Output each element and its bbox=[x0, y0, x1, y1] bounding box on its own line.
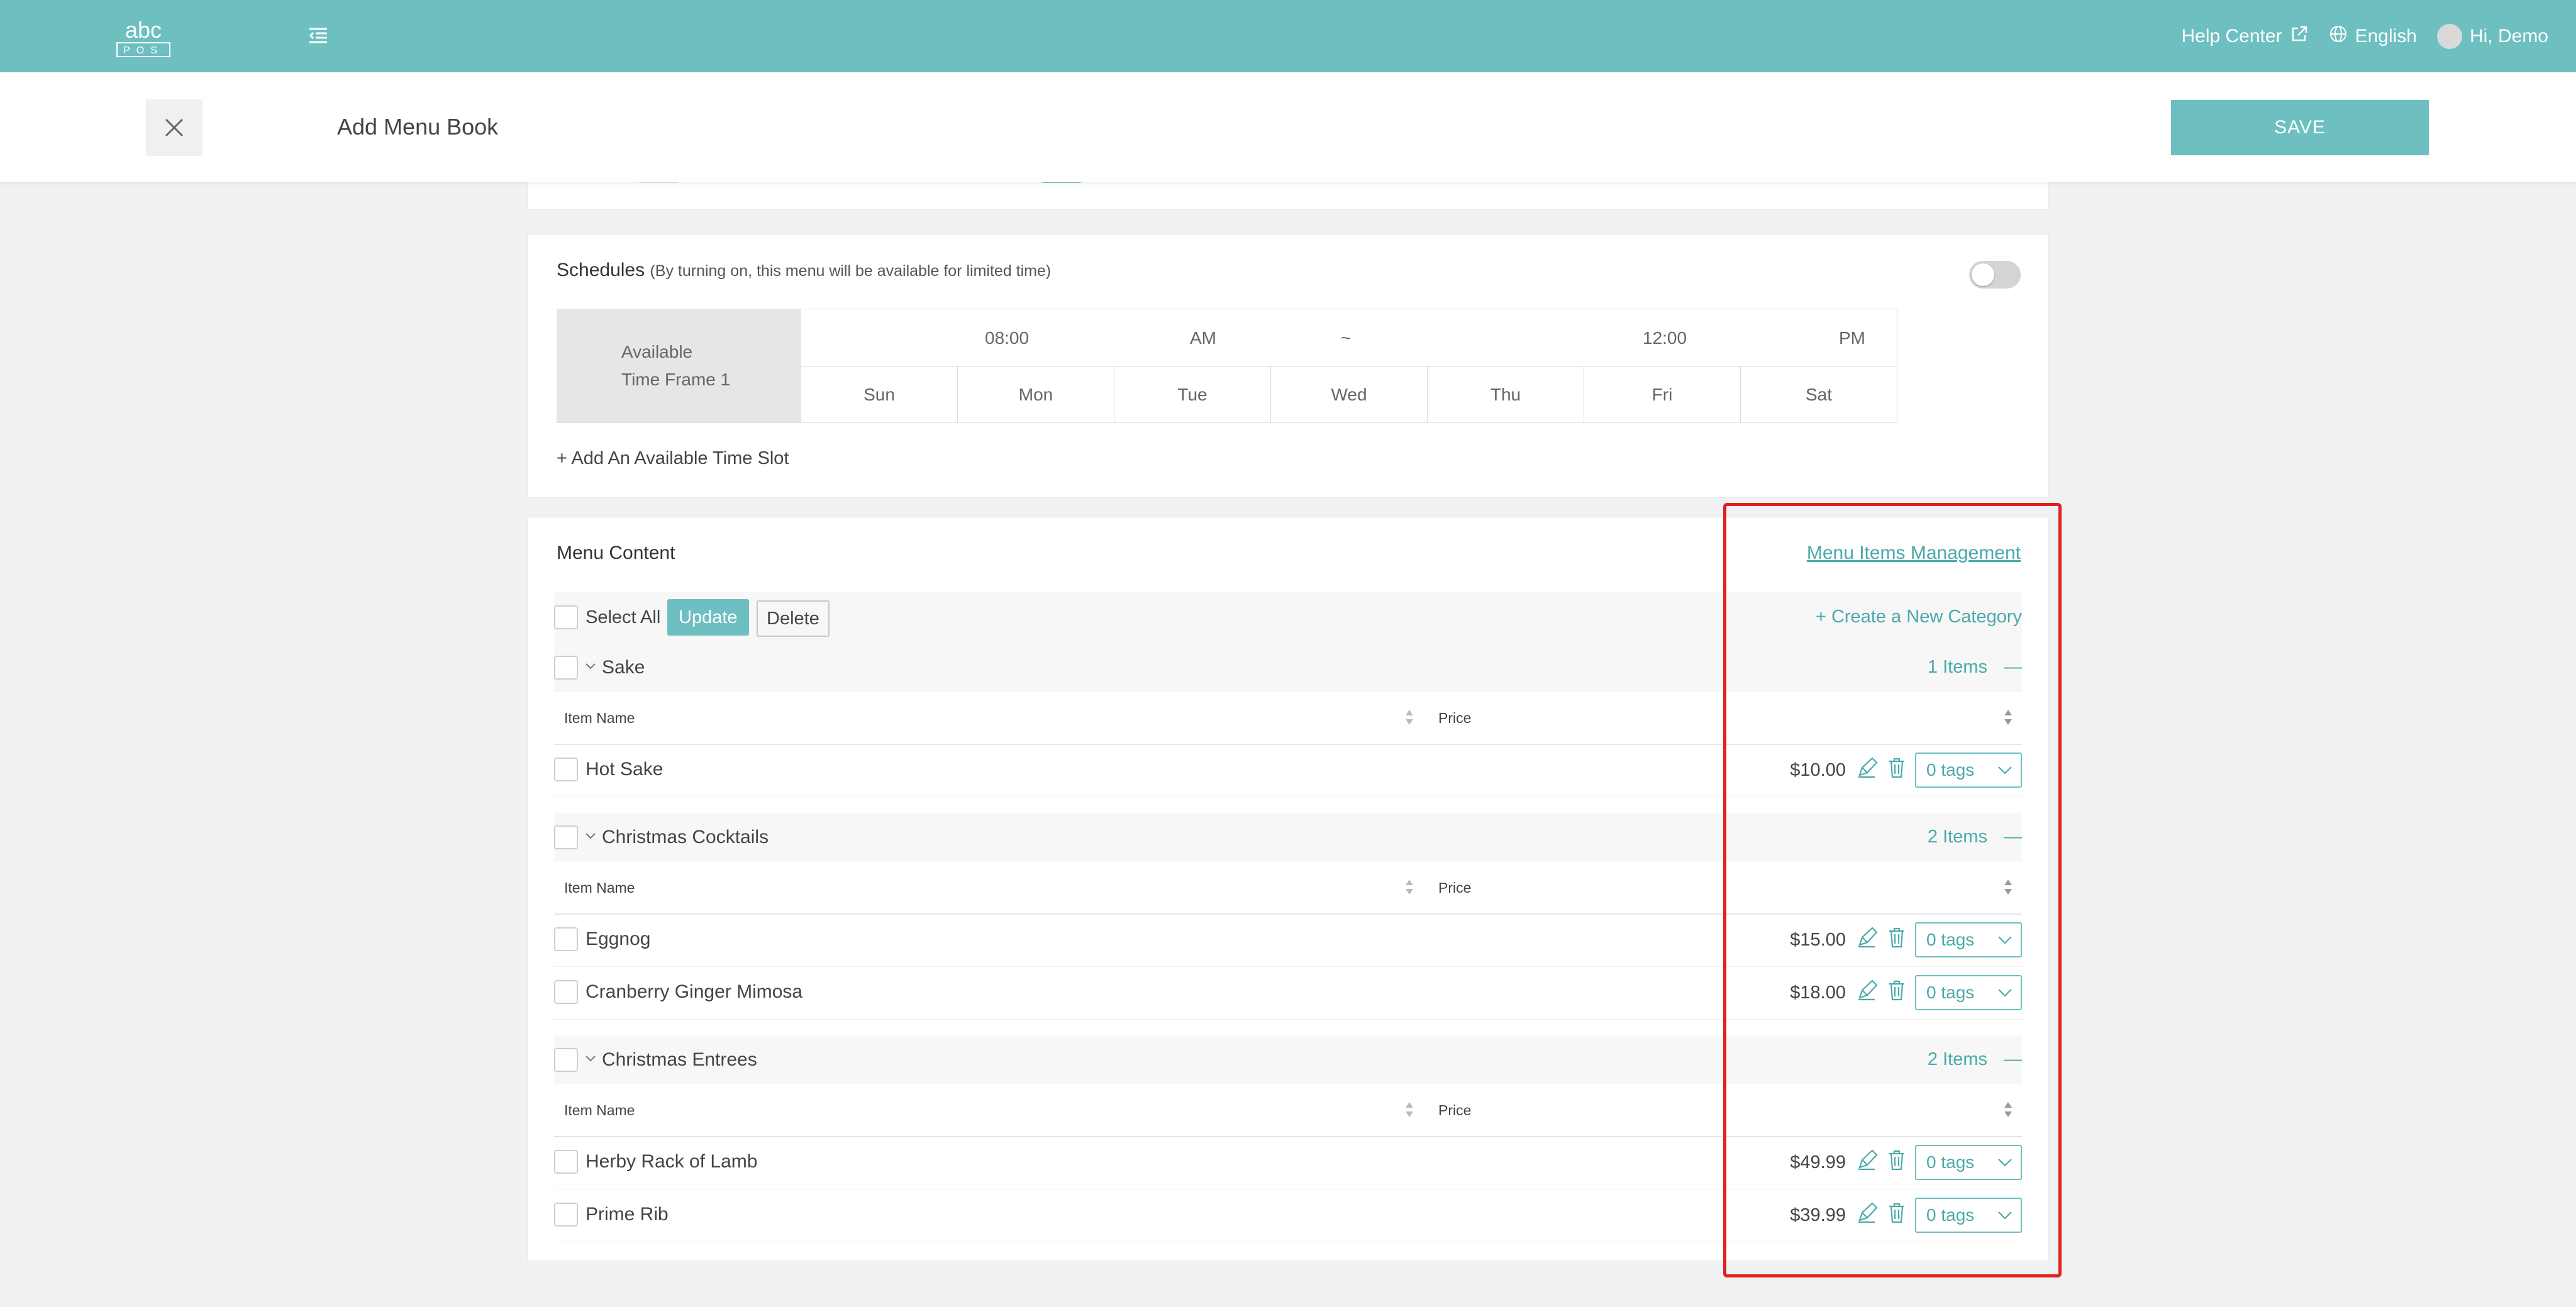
time-frame-label-line1: Available bbox=[621, 342, 693, 361]
update-button[interactable]: Update bbox=[667, 599, 749, 636]
item-checkbox[interactable] bbox=[554, 1203, 578, 1227]
globe-icon bbox=[2329, 25, 2348, 48]
schedules-title: Schedules (By turning on, this menu will… bbox=[557, 260, 1051, 281]
item-name: Prime Rib bbox=[586, 1204, 669, 1225]
menu-content-title: Menu Content bbox=[557, 543, 675, 563]
highlight-annotation-box bbox=[1723, 503, 2062, 1277]
day-wed[interactable]: Wed bbox=[1270, 367, 1427, 422]
menu-toggle-icon[interactable] bbox=[307, 24, 330, 47]
schedules-hint: (By turning on, this menu will be availa… bbox=[650, 262, 1052, 280]
day-fri[interactable]: Fri bbox=[1584, 367, 1740, 422]
item-name: Hot Sake bbox=[586, 759, 663, 780]
top-right-menu: Help Center English Hi, Demo bbox=[2181, 0, 2548, 72]
page-title: Add Menu Book bbox=[337, 114, 499, 140]
category-checkbox[interactable] bbox=[554, 1048, 578, 1072]
chevron-down-icon[interactable] bbox=[584, 832, 597, 844]
sort-icon[interactable] bbox=[1404, 709, 1414, 730]
external-link-icon bbox=[2290, 25, 2309, 48]
svg-text:abc: abc bbox=[125, 17, 162, 43]
close-icon bbox=[165, 118, 184, 137]
chevron-down-icon[interactable] bbox=[584, 1054, 597, 1066]
day-sat[interactable]: Sat bbox=[1740, 367, 1897, 422]
item-checkbox[interactable] bbox=[554, 1150, 578, 1174]
end-period-select[interactable]: PM bbox=[1839, 328, 1865, 348]
select-all-label: Select All bbox=[586, 607, 661, 627]
user-menu[interactable]: Hi, Demo bbox=[2436, 23, 2548, 49]
day-mon[interactable]: Mon bbox=[957, 367, 1114, 422]
close-button[interactable] bbox=[146, 99, 203, 156]
price-column-header[interactable]: Price bbox=[1438, 880, 1471, 896]
item-name-column-header[interactable]: Item Name bbox=[564, 710, 635, 727]
price-column-header[interactable]: Price bbox=[1438, 710, 1471, 727]
help-center-label: Help Center bbox=[2181, 25, 2282, 47]
item-name-column-header[interactable]: Item Name bbox=[564, 880, 635, 896]
day-tue[interactable]: Tue bbox=[1114, 367, 1270, 422]
item-name: Cranberry Ginger Mimosa bbox=[586, 981, 803, 1002]
page-header: Add Menu Book SAVE bbox=[0, 72, 2576, 182]
schedules-toggle[interactable] bbox=[1969, 261, 2021, 289]
item-checkbox[interactable] bbox=[554, 927, 578, 951]
delete-button[interactable]: Delete bbox=[757, 600, 830, 637]
svg-text:POS: POS bbox=[123, 45, 164, 56]
item-name-column-header[interactable]: Item Name bbox=[564, 1102, 635, 1119]
user-greeting: Hi, Demo bbox=[2469, 25, 2548, 47]
category-checkbox[interactable] bbox=[554, 825, 578, 849]
add-time-slot-link[interactable]: + Add An Available Time Slot bbox=[557, 448, 789, 469]
item-checkbox[interactable] bbox=[554, 758, 578, 781]
language-selector[interactable]: English bbox=[2329, 25, 2417, 48]
top-navigation-bar: abc POS Help Center English Hi, Demo bbox=[0, 0, 2576, 72]
sort-icon[interactable] bbox=[1404, 1101, 1414, 1122]
language-label: English bbox=[2355, 25, 2417, 47]
day-thu[interactable]: Thu bbox=[1427, 367, 1584, 422]
select-all-checkbox[interactable] bbox=[554, 605, 578, 629]
start-period-select[interactable]: AM bbox=[1190, 328, 1216, 348]
time-frame-label: Available Time Frame 1 bbox=[557, 309, 801, 422]
category-name: Christmas Entrees bbox=[602, 1049, 757, 1070]
item-name: Herby Rack of Lamb bbox=[586, 1151, 758, 1172]
category-name: Sake bbox=[602, 657, 645, 678]
weekday-selector: Sun Mon Tue Wed Thu Fri Sat bbox=[801, 367, 1897, 422]
help-center-link[interactable]: Help Center bbox=[2181, 25, 2308, 48]
item-checkbox[interactable] bbox=[554, 980, 578, 1004]
category-name: Christmas Cocktails bbox=[602, 827, 769, 847]
abc-pos-logo[interactable]: abc POS bbox=[113, 14, 174, 59]
sort-icon[interactable] bbox=[1404, 878, 1414, 900]
schedules-card: Schedules (By turning on, this menu will… bbox=[527, 234, 2049, 498]
time-frame-label-line2: Time Frame 1 bbox=[621, 370, 731, 389]
save-button[interactable]: SAVE bbox=[2171, 100, 2429, 155]
start-time-input[interactable]: 08:00 bbox=[985, 328, 1029, 348]
chevron-down-icon[interactable] bbox=[584, 662, 597, 674]
time-frame-table: Available Time Frame 1 08:00 AM ~ 12:00 … bbox=[557, 309, 1897, 423]
schedules-label: Schedules bbox=[557, 260, 645, 280]
price-column-header[interactable]: Price bbox=[1438, 1102, 1471, 1119]
end-time-input[interactable]: 12:00 bbox=[1643, 328, 1687, 348]
time-separator: ~ bbox=[1341, 328, 1352, 348]
day-sun[interactable]: Sun bbox=[801, 367, 957, 422]
time-range: 08:00 AM ~ 12:00 PM bbox=[801, 309, 1897, 367]
avatar bbox=[2436, 23, 2462, 49]
item-name: Eggnog bbox=[586, 929, 651, 949]
category-checkbox[interactable] bbox=[554, 656, 578, 680]
